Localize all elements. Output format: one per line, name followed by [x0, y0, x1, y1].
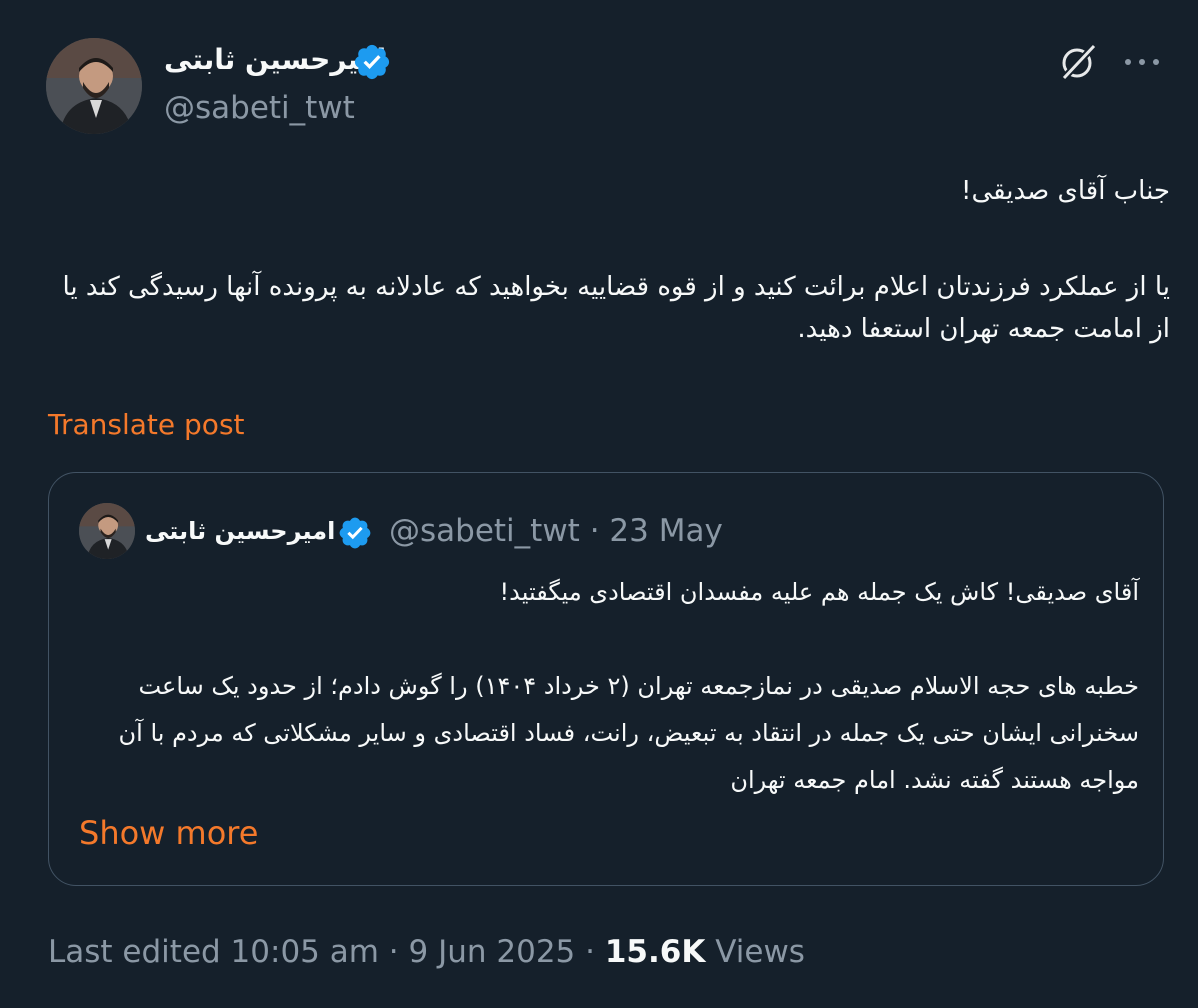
post-meta: Last edited 10:05 am · 9 Jun 2025 · 15.6…	[48, 928, 805, 976]
translate-post-link[interactable]: Translate post	[48, 405, 245, 445]
quoted-author-avatar	[79, 503, 135, 559]
post: امیرحسین ثابتی @sabeti_twt جناب آقای صدی…	[0, 0, 1198, 1008]
quoted-post-meta: @sabeti_twt · 23 May	[389, 509, 723, 553]
quoted-text-line: آقای صدیقی! کاش یک جمله هم علیه مفسدان ا…	[499, 578, 1139, 606]
meta-separator: ·	[388, 934, 399, 970]
author-handle[interactable]: @sabeti_twt	[164, 86, 355, 130]
post-date[interactable]: 9 Jun 2025	[409, 934, 576, 970]
author-avatar[interactable]	[46, 38, 142, 134]
last-edited-time[interactable]: Last edited 10:05 am	[48, 934, 379, 970]
show-more-link[interactable]: Show more	[79, 811, 258, 855]
quoted-author-handle: @sabeti_twt	[389, 513, 580, 549]
quoted-text-line: خطبه های حجه الاسلام صدیقی در نمازجمعه ت…	[118, 672, 1139, 794]
more-dots-icon[interactable]	[1118, 48, 1166, 76]
quoted-post-date: 23 May	[609, 513, 723, 549]
quoted-post[interactable]: امیرحسین ثابتی @sabeti_twt · 23 May آقای…	[48, 472, 1164, 886]
grok-icon[interactable]	[1056, 40, 1100, 84]
views-count: 15.6K	[604, 934, 706, 970]
post-text-line: یا از عملکرد فرزندتان اعلام برائت کنید و…	[62, 272, 1170, 344]
views-label: Views	[715, 934, 805, 970]
post-text: جناب آقای صدیقی! یا از عملکرد فرزندتان ا…	[46, 170, 1170, 350]
meta-separator: ·	[585, 934, 595, 970]
quoted-post-text: آقای صدیقی! کاش یک جمله هم علیه مفسدان ا…	[89, 569, 1139, 804]
verified-badge-icon	[354, 44, 390, 80]
meta-separator: ·	[589, 513, 600, 549]
verified-badge-icon	[339, 517, 371, 549]
post-text-line: جناب آقای صدیقی!	[961, 176, 1170, 206]
quoted-author-name: امیرحسین ثابتی	[145, 517, 336, 545]
